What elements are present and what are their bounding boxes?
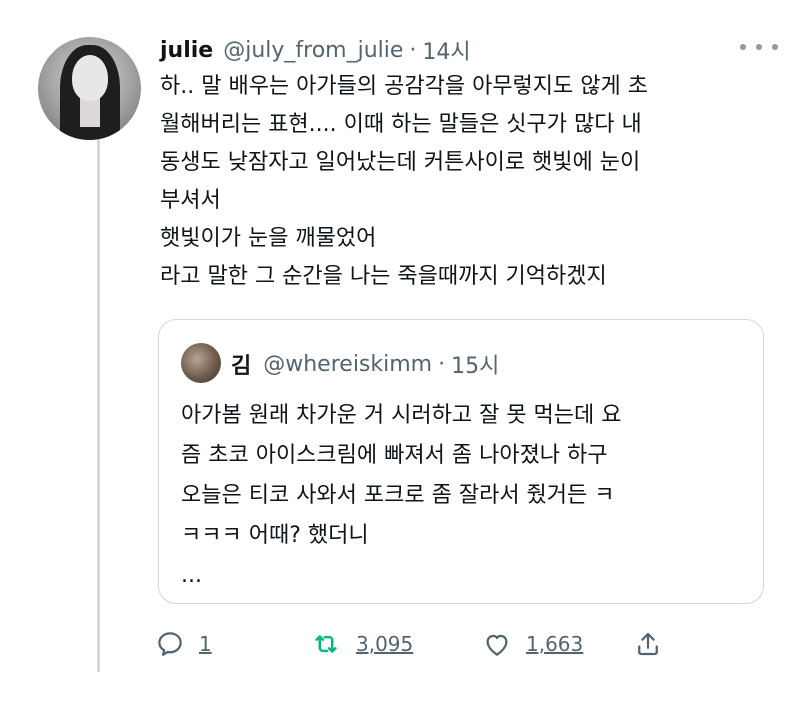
avatar-neck bbox=[80, 97, 100, 127]
reply-button[interactable]: 1 bbox=[155, 624, 212, 664]
tweet-line: 동생도 낮잠자고 일어났는데 커튼사이로 햇빛에 눈이 bbox=[160, 150, 641, 175]
retweet-icon bbox=[310, 629, 342, 659]
quote-header: 김 @whereiskimm · 15시 bbox=[231, 346, 499, 382]
reply-icon bbox=[155, 629, 185, 659]
quote-author-name: 김 bbox=[231, 354, 252, 379]
tweet-line: 라고 말한 그 순간을 나는 죽을때까지 기억하겠지 bbox=[160, 264, 607, 289]
avatar-face bbox=[72, 55, 108, 101]
action-bar: 1 3,095 1,663 bbox=[155, 624, 695, 664]
separator-dot: · bbox=[409, 37, 417, 63]
tweet-line: 햇빛이가 눈을 깨물었어 bbox=[160, 226, 377, 251]
quote-separator-dot: · bbox=[438, 351, 446, 377]
like-count[interactable]: 1,663 bbox=[526, 632, 583, 656]
quote-avatar[interactable] bbox=[181, 343, 221, 383]
author-name[interactable]: julie bbox=[160, 38, 213, 63]
reply-count[interactable]: 1 bbox=[199, 632, 212, 656]
share-button[interactable] bbox=[633, 624, 663, 664]
like-button[interactable]: 1,663 bbox=[482, 624, 583, 664]
quote-line: 오늘은 티코 사와서 포크로 좀 잘라서 줬거든 ㅋ bbox=[181, 483, 615, 508]
quote-line: ... bbox=[181, 563, 202, 588]
quote-author-handle: @whereiskimm bbox=[263, 351, 433, 377]
share-icon bbox=[633, 629, 663, 659]
heart-icon bbox=[482, 629, 512, 659]
author-handle[interactable]: @july_from_julie bbox=[223, 38, 403, 63]
tweet-line: 부셔서 bbox=[160, 188, 221, 213]
quoted-tweet[interactable]: 김 @whereiskimm · 15시 아가봄 원래 차가운 거 시러하고 잘… bbox=[158, 319, 764, 604]
retweet-button[interactable]: 3,095 bbox=[310, 624, 413, 664]
avatar[interactable] bbox=[38, 37, 141, 140]
tweet-header: julie @july_from_julie · 14시 bbox=[160, 34, 770, 66]
quote-time: 15시 bbox=[451, 354, 500, 379]
tweet-line: 하.. 말 배우는 아가들의 공감각을 아무렇지도 않게 초 bbox=[160, 74, 648, 99]
quote-line: 아가봄 원래 차가운 거 시러하고 잘 못 먹는데 요 bbox=[181, 403, 622, 428]
more-icon[interactable] bbox=[740, 40, 778, 54]
retweet-count[interactable]: 3,095 bbox=[356, 632, 413, 656]
tweet-time[interactable]: 14시 bbox=[422, 34, 470, 66]
quote-line: 즘 초코 아이스크림에 빠져서 좀 나아졌나 하구 bbox=[181, 443, 608, 468]
quote-line: ㅋㅋㅋ 어때? 했더니 bbox=[181, 523, 369, 548]
tweet-line: 월해버리는 표현.... 이때 하는 말들은 싯구가 많다 내 bbox=[160, 112, 642, 137]
thread-line bbox=[97, 132, 100, 672]
tweet-text: 하.. 말 배우는 아가들의 공감각을 아무렇지도 않게 초 월해버리는 표현.… bbox=[160, 68, 770, 296]
quote-text: 아가봄 원래 차가운 거 시러하고 잘 못 먹는데 요 즘 초코 아이스크림에 … bbox=[181, 396, 751, 596]
